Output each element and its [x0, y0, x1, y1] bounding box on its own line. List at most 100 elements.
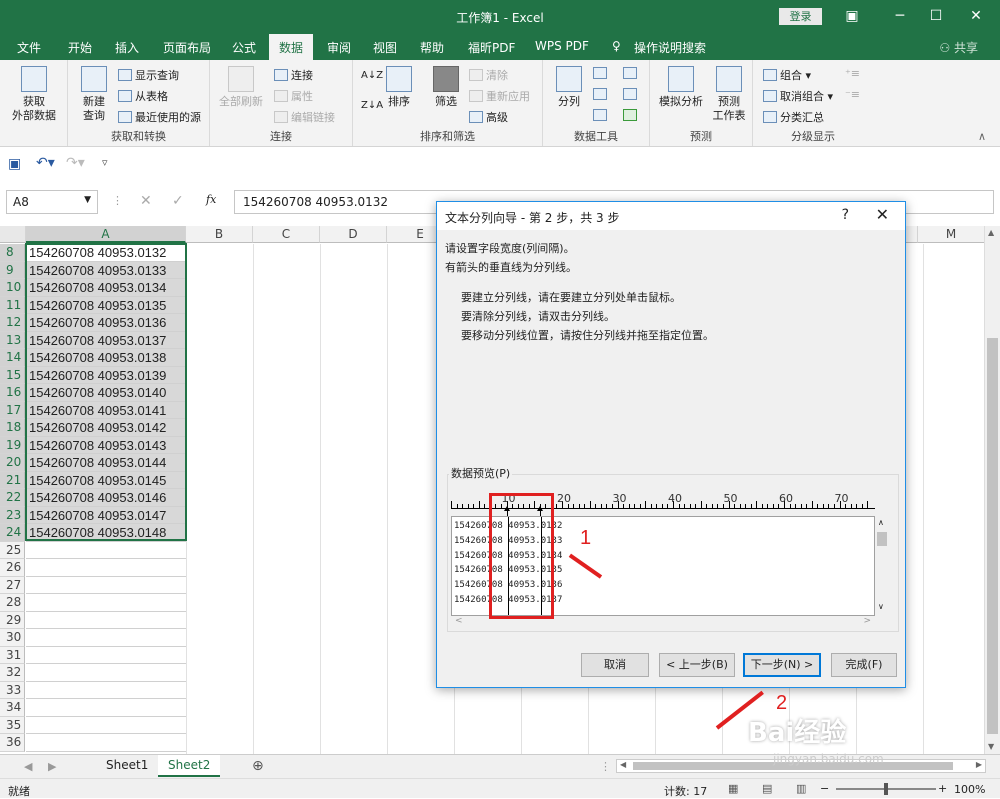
cell-a[interactable]: [26, 542, 186, 559]
cell-a[interactable]: [26, 682, 186, 699]
get-external-data-button[interactable]: 获取 外部数据: [6, 66, 62, 123]
what-if-analysis-button[interactable]: 模拟分析: [656, 66, 706, 109]
tab-wps-pdf[interactable]: WPS PDF: [535, 39, 589, 53]
from-table-button[interactable]: 从表格: [118, 88, 168, 104]
close-icon[interactable]: ✕: [876, 205, 889, 224]
row-header[interactable]: 30: [0, 629, 25, 647]
row-header[interactable]: 22: [0, 489, 25, 507]
save-icon[interactable]: ▣: [8, 156, 21, 172]
tab-view[interactable]: 视图: [373, 39, 397, 56]
tab-data[interactable]: 数据: [269, 34, 314, 60]
connections-button[interactable]: 连接: [274, 67, 313, 83]
ungroup-button[interactable]: 取消组合 ▾: [763, 88, 833, 104]
cell-a[interactable]: [26, 594, 186, 612]
show-query-button[interactable]: 显示查询: [118, 67, 179, 83]
chevron-down-icon[interactable]: ▼: [84, 195, 91, 205]
row-header[interactable]: 21: [0, 471, 25, 489]
scroll-right-icon[interactable]: ▶: [976, 760, 982, 769]
name-box[interactable]: A8 ▼: [6, 190, 98, 214]
tab-foxit-pdf[interactable]: 福昕PDF: [468, 39, 515, 56]
prev-sheet-icon[interactable]: ◀: [24, 760, 32, 773]
zoom-in-icon[interactable]: +: [938, 782, 947, 795]
row-header[interactable]: 18: [0, 419, 25, 437]
text-to-columns-button[interactable]: 分列: [551, 66, 587, 109]
cell-a[interactable]: [26, 699, 186, 717]
back-button[interactable]: < 上一步(B): [659, 653, 735, 677]
scroll-right-icon[interactable]: >: [863, 616, 871, 626]
next-button[interactable]: 下一步(N) >: [743, 653, 821, 677]
advanced-button[interactable]: 高级: [469, 109, 508, 125]
row-header[interactable]: 10: [0, 279, 25, 297]
row-header[interactable]: 32: [0, 664, 25, 682]
preview-vertical-scrollbar[interactable]: ∧ ∨: [875, 516, 889, 616]
cell-a[interactable]: [26, 734, 186, 752]
scroll-up-icon[interactable]: ▲: [988, 228, 994, 237]
row-header[interactable]: 15: [0, 366, 25, 384]
recent-sources-button[interactable]: 最近使用的源: [118, 109, 201, 125]
cell-a[interactable]: [26, 647, 186, 664]
properties-button[interactable]: 属性: [274, 88, 313, 104]
new-query-button[interactable]: 新建 查询: [74, 66, 114, 123]
sort-az-icon[interactable]: A↓Z: [361, 70, 383, 81]
cell-a[interactable]: [26, 629, 186, 647]
redo-icon[interactable]: ↷▾: [66, 155, 85, 171]
normal-view-icon[interactable]: ▦: [728, 782, 738, 795]
column-header-c[interactable]: C: [253, 226, 320, 243]
reapply-button[interactable]: 重新应用: [469, 88, 530, 104]
row-header[interactable]: 25: [0, 541, 25, 559]
edit-links-button[interactable]: 编辑链接: [274, 109, 335, 125]
row-header[interactable]: 36: [0, 734, 25, 752]
ribbon-display-icon[interactable]: ▣: [838, 6, 866, 26]
zoom-slider-thumb[interactable]: [884, 783, 888, 795]
scroll-left-icon[interactable]: ◀: [620, 760, 626, 769]
zoom-level[interactable]: 100%: [954, 783, 985, 796]
column-header-b[interactable]: B: [186, 226, 253, 243]
row-header[interactable]: 14: [0, 349, 25, 367]
login-button[interactable]: 登录: [779, 8, 822, 25]
row-header[interactable]: 26: [0, 559, 25, 577]
scrollbar-thumb[interactable]: [987, 338, 998, 734]
row-header[interactable]: 23: [0, 506, 25, 524]
maximize-icon[interactable]: ☐: [922, 6, 950, 26]
row-header[interactable]: 31: [0, 646, 25, 664]
group-button[interactable]: 组合 ▾: [763, 67, 811, 83]
sort-za-icon[interactable]: Z↓A: [361, 100, 383, 111]
insert-function-icon[interactable]: fx: [206, 193, 216, 206]
row-header[interactable]: 12: [0, 314, 25, 332]
row-header[interactable]: 17: [0, 401, 25, 419]
share-button[interactable]: ⚇ 共享: [939, 39, 978, 56]
clear-button[interactable]: 清除: [469, 67, 508, 83]
row-header[interactable]: 24: [0, 524, 25, 542]
column-header-m[interactable]: M: [918, 226, 985, 243]
row-header[interactable]: 33: [0, 681, 25, 699]
row-header[interactable]: 27: [0, 576, 25, 594]
tab-formulas[interactable]: 公式: [232, 39, 256, 56]
row-header[interactable]: 16: [0, 384, 25, 402]
sheet-tab-2[interactable]: Sheet2: [158, 755, 221, 777]
sheet-tab-1[interactable]: Sheet1: [96, 755, 158, 777]
tab-insert[interactable]: 插入: [115, 39, 139, 56]
row-header[interactable]: 9: [0, 261, 25, 279]
scroll-down-icon[interactable]: ▼: [988, 742, 994, 751]
scroll-left-icon[interactable]: <: [455, 616, 463, 626]
consolidate-icon[interactable]: [623, 67, 640, 80]
relationships-icon[interactable]: [623, 88, 640, 101]
show-detail-icon[interactable]: ⁺≡: [845, 67, 860, 80]
minimize-icon[interactable]: ─: [886, 6, 914, 26]
tab-help[interactable]: 帮助: [420, 39, 444, 56]
cell-a[interactable]: [26, 664, 186, 682]
tab-page-layout[interactable]: 页面布局: [163, 39, 211, 56]
flash-fill-icon[interactable]: [593, 67, 610, 80]
column-header-d[interactable]: D: [320, 226, 387, 243]
row-header[interactable]: 19: [0, 436, 25, 454]
row-header[interactable]: 11: [0, 296, 25, 314]
help-icon[interactable]: ?: [842, 207, 849, 223]
finish-button[interactable]: 完成(F): [831, 653, 897, 677]
subtotal-button[interactable]: 分类汇总: [763, 109, 824, 125]
column-header-a[interactable]: A: [26, 226, 186, 243]
cell-a[interactable]: [26, 612, 186, 629]
cell-a[interactable]: [26, 577, 186, 594]
row-header[interactable]: 34: [0, 699, 25, 717]
scroll-down-icon[interactable]: ∨: [878, 602, 884, 611]
customize-qat-icon[interactable]: ▿: [102, 156, 108, 169]
